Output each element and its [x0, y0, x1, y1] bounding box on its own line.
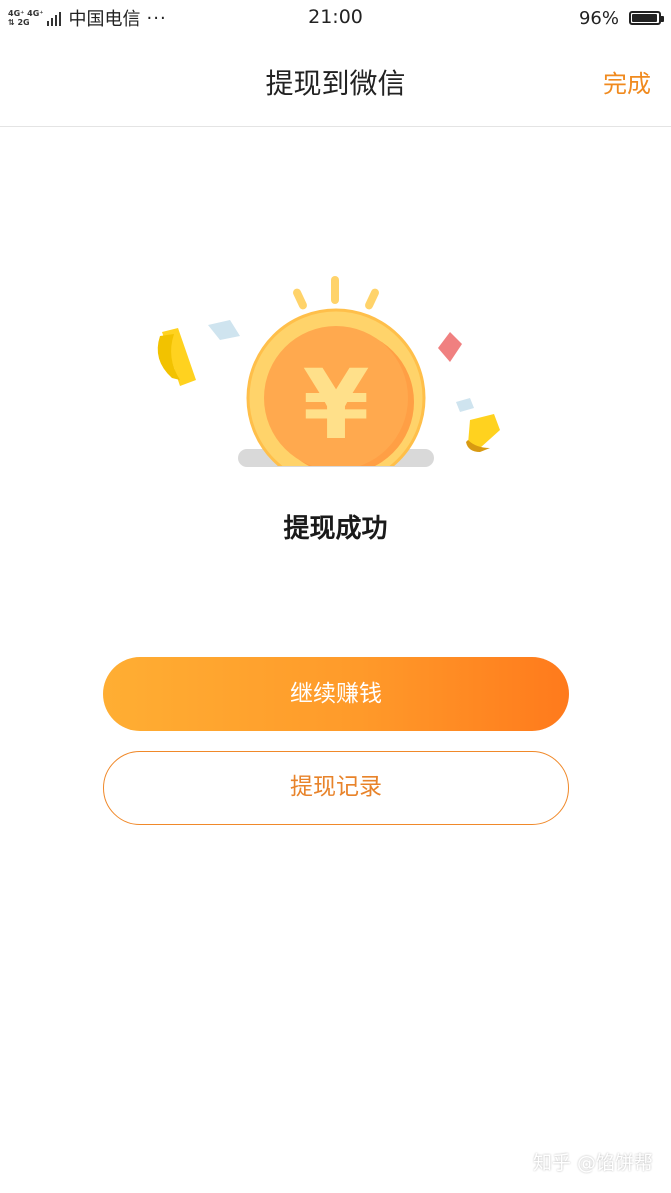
withdraw-records-button[interactable]: 提现记录 [103, 751, 569, 825]
battery-icon [629, 11, 664, 25]
battery-level-fill [632, 14, 657, 22]
nav-bar: 提现到微信 完成 [0, 36, 671, 127]
status-right: 96% [578, 6, 664, 30]
success-message: 提现成功 [283, 514, 388, 544]
sparkle-rays-icon [293, 276, 379, 310]
currency-symbol: ¥ [303, 349, 370, 461]
battery-percent: 96% [578, 7, 619, 29]
success-illustration: ¥ [157, 276, 500, 467]
continue-earning-button[interactable]: 继续赚钱 [103, 657, 569, 731]
watermark: 知乎 @馅饼帮 [532, 1152, 653, 1174]
status-time: 21:00 [308, 6, 363, 28]
withdraw-success-screen: 4G⁺ 4G⁺ ⇅ 2G 中国电信 ··· 21:00 96% 提现到微信 完成 [0, 0, 671, 1193]
done-button[interactable]: 完成 [603, 64, 651, 99]
coin-yen-icon: ¥ [246, 308, 426, 466]
page-title: 提现到微信 [265, 67, 406, 100]
status-bar: 4G⁺ 4G⁺ ⇅ 2G 中国电信 ··· 21:00 96% [0, 0, 671, 36]
